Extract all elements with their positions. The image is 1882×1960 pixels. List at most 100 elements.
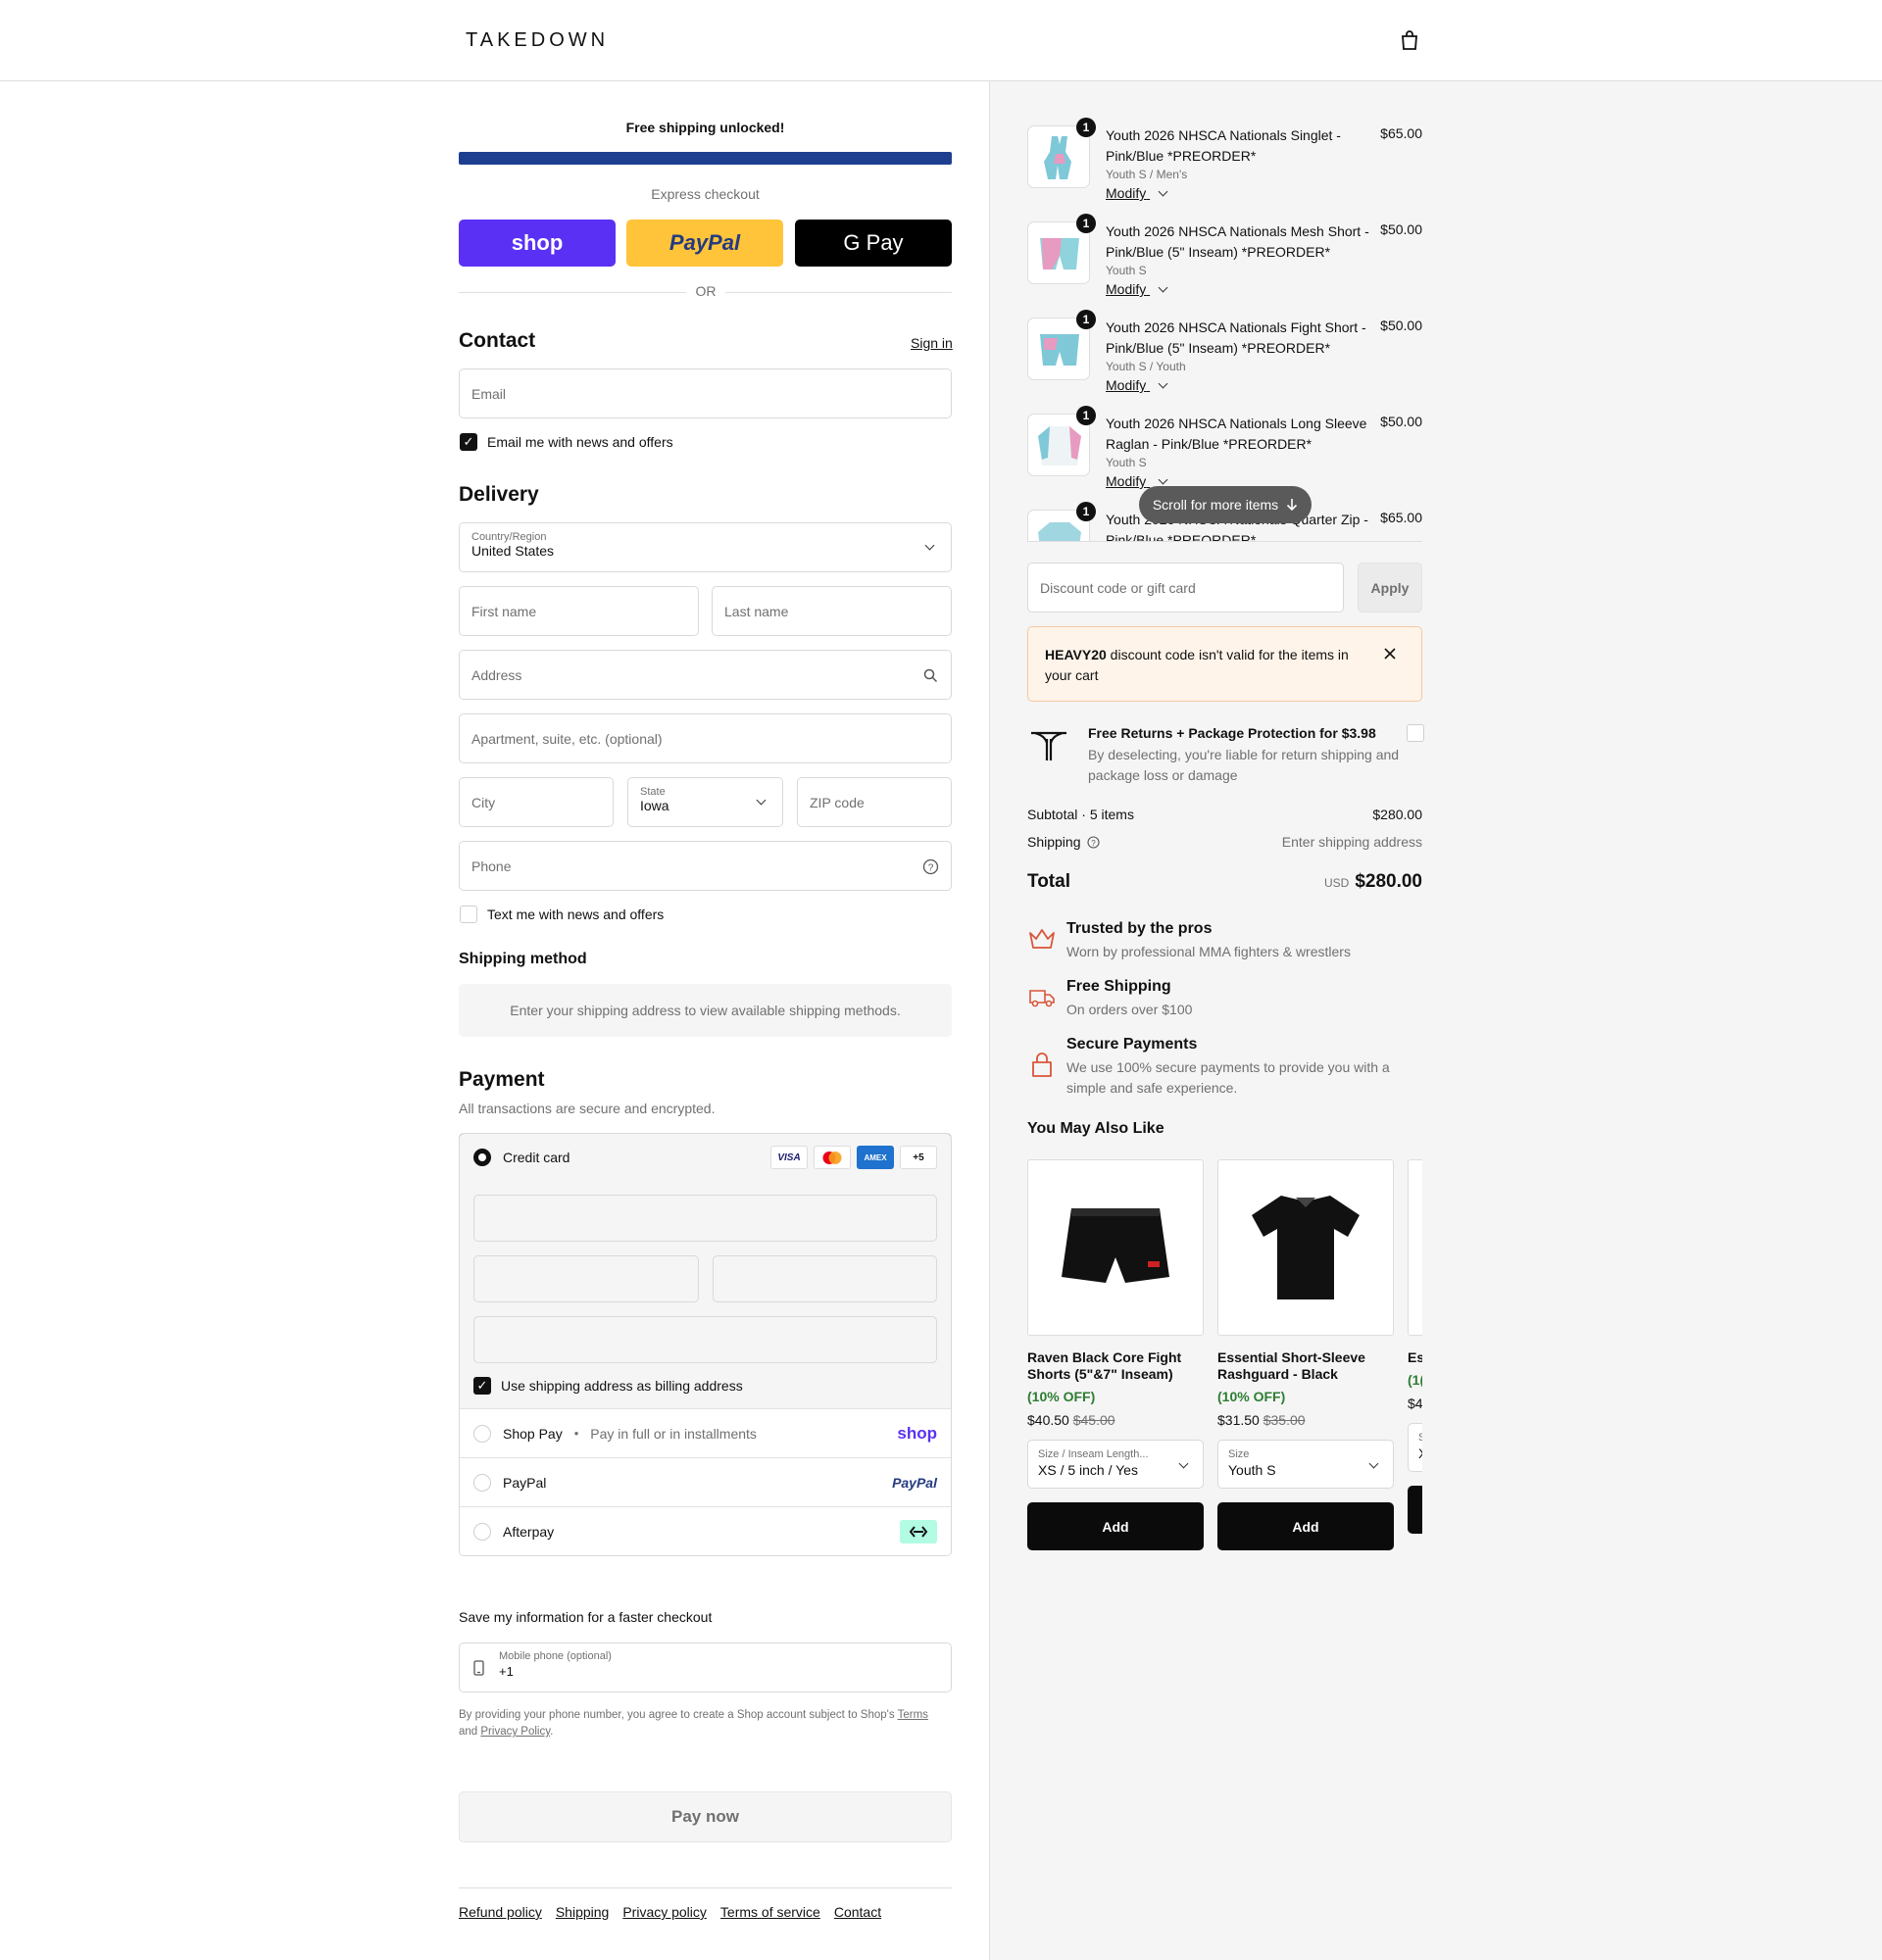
quantity-badge: 1 xyxy=(1076,214,1096,233)
item-variant: Youth S / Youth xyxy=(1106,360,1186,373)
help-circle-icon[interactable]: ? xyxy=(922,858,939,875)
recommendations-carousel[interactable]: Raven Black Core Fight Shorts (5"&7" Ins… xyxy=(1027,1159,1422,1561)
email-field[interactable]: Email xyxy=(459,368,952,418)
chevron-down-icon xyxy=(1158,186,1168,197)
shop-pay-option[interactable]: Shop Pay • Pay in full or in installment… xyxy=(460,1408,951,1457)
variant-label: Size xyxy=(1228,1448,1250,1460)
cart-items-list[interactable]: 1 Youth 2026 NHSCA Nationals Singlet - P… xyxy=(1027,118,1422,542)
apply-discount-button[interactable]: Apply xyxy=(1358,563,1422,612)
paypal-radio[interactable] xyxy=(473,1473,491,1492)
modify-link[interactable]: Modify xyxy=(1106,185,1168,201)
apartment-field[interactable]: Apartment, suite, etc. (optional) xyxy=(459,713,952,763)
pay-now-button[interactable]: Pay now xyxy=(459,1791,952,1842)
city-field[interactable]: City xyxy=(459,777,614,827)
modify-label: Modify xyxy=(1106,377,1147,393)
card-security-code-field[interactable] xyxy=(712,1255,937,1302)
protection-checkbox[interactable] xyxy=(1407,724,1424,742)
paypal-express-button[interactable]: PayPal xyxy=(626,220,783,267)
shipping-method-heading: Shipping method xyxy=(459,951,587,967)
shop-pay-radio[interactable] xyxy=(473,1424,491,1443)
state-label: State xyxy=(640,786,666,798)
terms-of-service-link[interactable]: Terms of service xyxy=(720,1904,820,1920)
newsletter-checkbox[interactable]: ✓ xyxy=(460,433,477,451)
billing-checkbox[interactable]: ✓ xyxy=(473,1377,491,1395)
shopping-bag-icon[interactable] xyxy=(1400,29,1419,51)
paypal-option[interactable]: PayPal PayPal xyxy=(460,1457,951,1506)
shipping-policy-link[interactable]: Shipping xyxy=(556,1904,610,1920)
credit-card-radio[interactable] xyxy=(473,1149,491,1166)
add-to-cart-button[interactable]: Add xyxy=(1027,1502,1204,1550)
package-protection-row[interactable]: Free Returns + Package Protection for $3… xyxy=(1027,723,1424,786)
shipping-row: Shipping ? Enter shipping address xyxy=(1027,834,1422,850)
amex-icon: AMEX xyxy=(857,1146,894,1169)
product-name[interactable]: Raven Black Core Fight Shorts (5"&7" Ins… xyxy=(1027,1349,1204,1383)
credit-card-option[interactable]: Credit card VISA AMEX +5 xyxy=(460,1134,951,1182)
scroll-for-more-button[interactable]: Scroll for more items xyxy=(1139,486,1312,523)
billing-checkbox-row[interactable]: ✓ Use shipping address as billing addres… xyxy=(473,1373,937,1408)
add-to-cart-button[interactable] xyxy=(1408,1486,1422,1534)
privacy-policy-link[interactable]: Privacy Policy xyxy=(480,1726,550,1738)
afterpay-radio[interactable] xyxy=(473,1522,491,1541)
payment-methods: Credit card VISA AMEX +5 ✓ Use shipping … xyxy=(459,1133,952,1556)
sign-in-link[interactable]: Sign in xyxy=(911,335,953,351)
trust-badge: Trusted by the pros Worn by professional… xyxy=(1027,920,1422,975)
shop-pay-express-button[interactable]: shop xyxy=(459,220,616,267)
total-value: $280.00 xyxy=(1355,871,1422,892)
product-name[interactable]: Es (5" xyxy=(1408,1349,1422,1366)
variant-select[interactable]: Size Youth S xyxy=(1217,1440,1394,1489)
legal-period: . xyxy=(550,1726,554,1738)
truck-icon xyxy=(1029,990,1055,1007)
afterpay-option[interactable]: Afterpay xyxy=(460,1506,951,1555)
sms-checkbox[interactable] xyxy=(460,906,477,923)
first-name-field[interactable]: First name xyxy=(459,586,699,636)
terms-link[interactable]: Terms xyxy=(898,1709,928,1721)
zip-field[interactable]: ZIP code xyxy=(797,777,952,827)
item-name: Youth 2026 NHSCA Nationals Mesh Short - … xyxy=(1106,223,1369,260)
recommended-product: Essential Short-Sleeve Rashguard - Black… xyxy=(1217,1159,1394,1550)
variant-select[interactable]: S X xyxy=(1408,1423,1422,1472)
card-number-field[interactable] xyxy=(473,1195,937,1242)
discount-percent: (10% OFF) xyxy=(1027,1389,1096,1404)
contact-link[interactable]: Contact xyxy=(834,1904,881,1920)
add-to-cart-button[interactable]: Add xyxy=(1217,1502,1394,1550)
store-logo[interactable]: TAKEDOWN xyxy=(466,29,609,52)
subtotal-value: $280.00 xyxy=(1372,807,1422,822)
site-header: TAKEDOWN xyxy=(0,0,1882,81)
address-field[interactable]: Address xyxy=(459,650,952,700)
phone-field[interactable]: Phone ? xyxy=(459,841,952,891)
state-select[interactable]: State Iowa xyxy=(627,777,783,827)
privacy-policy-footer-link[interactable]: Privacy policy xyxy=(622,1904,707,1920)
last-name-field[interactable]: Last name xyxy=(712,586,952,636)
svg-text:?: ? xyxy=(1091,839,1096,848)
help-circle-icon[interactable]: ? xyxy=(1086,835,1100,849)
cart-item: 1 Youth 2026 NHSCA Nationals Fight Short… xyxy=(1027,310,1422,406)
item-name: Youth 2026 NHSCA Nationals Singlet - Pin… xyxy=(1106,127,1341,164)
payment-subtitle: All transactions are secure and encrypte… xyxy=(459,1101,716,1116)
mastercard-icon xyxy=(814,1146,851,1169)
newsletter-checkbox-row[interactable]: ✓ Email me with news and offers xyxy=(460,433,673,451)
discount-code-field[interactable]: Discount code or gift card xyxy=(1027,563,1344,612)
variant-select[interactable]: Size / Inseam Length... XS / 5 inch / Ye… xyxy=(1027,1440,1204,1489)
shop-pay-label: Shop Pay xyxy=(503,1425,563,1442)
quantity-badge: 1 xyxy=(1076,310,1096,329)
close-icon[interactable] xyxy=(1384,648,1396,660)
total-row: Total USD $280.00 xyxy=(1027,871,1422,893)
trust-badge: Secure Payments We use 100% secure payme… xyxy=(1027,1036,1422,1096)
product-image[interactable] xyxy=(1408,1159,1422,1336)
sms-checkbox-row[interactable]: Text me with news and offers xyxy=(460,906,664,923)
product-image[interactable] xyxy=(1217,1159,1394,1336)
cart-item: 1 Youth 2026 NHSCA Nationals Mesh Short … xyxy=(1027,214,1422,310)
save-info-heading: Save my information for a faster checkou… xyxy=(459,1609,713,1625)
mobile-phone-field[interactable]: Mobile phone (optional) +1 xyxy=(459,1642,952,1692)
card-expiry-field[interactable] xyxy=(473,1255,699,1302)
search-icon xyxy=(923,668,938,683)
country-select[interactable]: Country/Region United States xyxy=(459,522,952,572)
refund-policy-link[interactable]: Refund policy xyxy=(459,1904,542,1920)
card-name-field[interactable] xyxy=(473,1316,937,1363)
google-pay-express-button[interactable]: G Pay xyxy=(795,220,952,267)
modify-link[interactable]: Modify xyxy=(1106,377,1168,393)
product-name[interactable]: Essential Short-Sleeve Rashguard - Black xyxy=(1217,1349,1394,1383)
product-image[interactable] xyxy=(1027,1159,1204,1336)
modify-link[interactable]: Modify xyxy=(1106,281,1168,297)
newsletter-label: Email me with news and offers xyxy=(487,434,673,450)
